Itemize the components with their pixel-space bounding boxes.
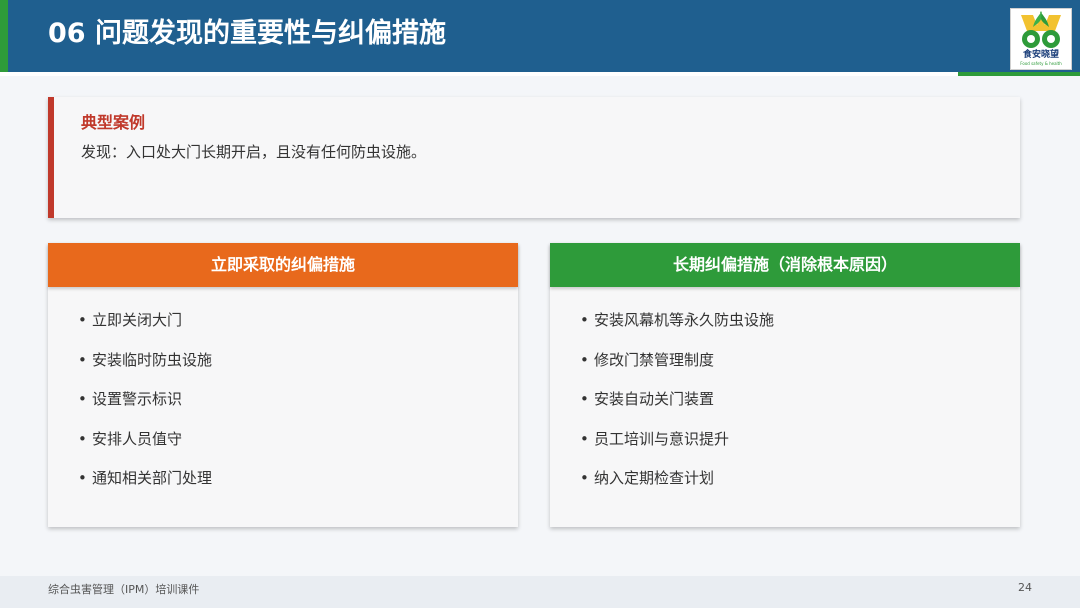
bullet-icon: • [78,429,87,448]
list-item: • 纳入定期检查计划 [550,465,774,505]
case-description: 发现：入口处大门长期开启，且没有任何防虫设施。 [81,143,427,161]
bullet-icon: • [580,390,589,408]
list-item: • 立即关闭大门 [48,307,212,347]
bullet-icon: • [580,350,589,369]
bullet-icon: • [580,469,589,487]
list-item: • 安装风幕机等永久防虫设施 [550,307,774,347]
list-item-text: 设置警示标识 [92,390,183,408]
food-safety-logo: 食安晓望 Food safety & health [1010,8,1072,70]
immediate-measures-title: 立即采取的纠偏措施 [48,243,518,287]
case-title: 典型案例 [81,113,146,132]
page-footer: 综合虫害管理（IPM）培训课件 24 [0,576,1080,608]
bullet-icon: • [78,311,87,329]
page-header: 06 问题发现的重要性与纠偏措施 食安晓望 Food safety & heal… [0,0,1080,72]
bullet-icon: • [78,469,87,487]
list-item: • 修改门禁管理制度 [550,347,774,387]
long-term-measures-title: 长期纠偏措施（消除根本原因） [550,243,1020,287]
list-item-text: 立即关闭大门 [92,311,183,329]
page-number: 24 [1018,581,1032,594]
list-item: • 安装自动关门装置 [550,386,774,426]
header-green-underline [958,72,1080,76]
logo-caption: 食安晓望 [1022,50,1059,60]
bullet-icon: • [78,390,87,408]
list-item: • 安排人员值守 [48,426,212,466]
logo-emblem-icon [1021,11,1061,48]
list-item: • 通知相关部门处理 [48,465,212,505]
footer-course-name: 综合虫害管理（IPM）培训课件 [48,583,200,596]
long-term-measures-list: • 安装风幕机等永久防虫设施 • 修改门禁管理制度 • 安装自动关门装置 • 员工培训与… [550,307,774,505]
list-item-text: 修改门禁管理制度 [594,350,715,369]
bullet-icon: • [580,311,589,329]
immediate-measures-list: • 立即关闭大门 • 安装临时防虫设施 • 设置警示标识 • 安排人员值守 • 通知相关部… [48,307,212,505]
list-item-text: 纳入定期检查计划 [594,469,715,487]
bullet-icon: • [78,350,87,369]
bullet-icon: • [580,429,589,448]
immediate-measures-panel: 立即采取的纠偏措施 • 立即关闭大门 • 安装临时防虫设施 • 设置警示标识 • 安排人… [48,243,518,527]
logo-subcaption: Food safety & health [1020,61,1062,66]
header-accent-bar [0,0,8,72]
list-item: • 员工培训与意识提升 [550,426,774,466]
list-item-text: 安装临时防虫设施 [92,350,213,369]
list-item-text: 员工培训与意识提升 [594,429,730,448]
case-accent-bar [48,97,54,218]
list-item: • 设置警示标识 [48,386,212,426]
case-card: 典型案例 发现：入口处大门长期开启，且没有任何防虫设施。 [48,97,1020,218]
list-item-text: 安排人员值守 [92,429,183,448]
list-item-text: 安装自动关门装置 [594,390,715,408]
list-item: • 安装临时防虫设施 [48,347,212,387]
list-item-text: 安装风幕机等永久防虫设施 [594,311,775,329]
list-item-text: 通知相关部门处理 [92,469,213,487]
page-title: 06 问题发现的重要性与纠偏措施 [48,18,446,49]
long-term-measures-panel: 长期纠偏措施（消除根本原因） • 安装风幕机等永久防虫设施 • 修改门禁管理制度 •… [550,243,1020,527]
